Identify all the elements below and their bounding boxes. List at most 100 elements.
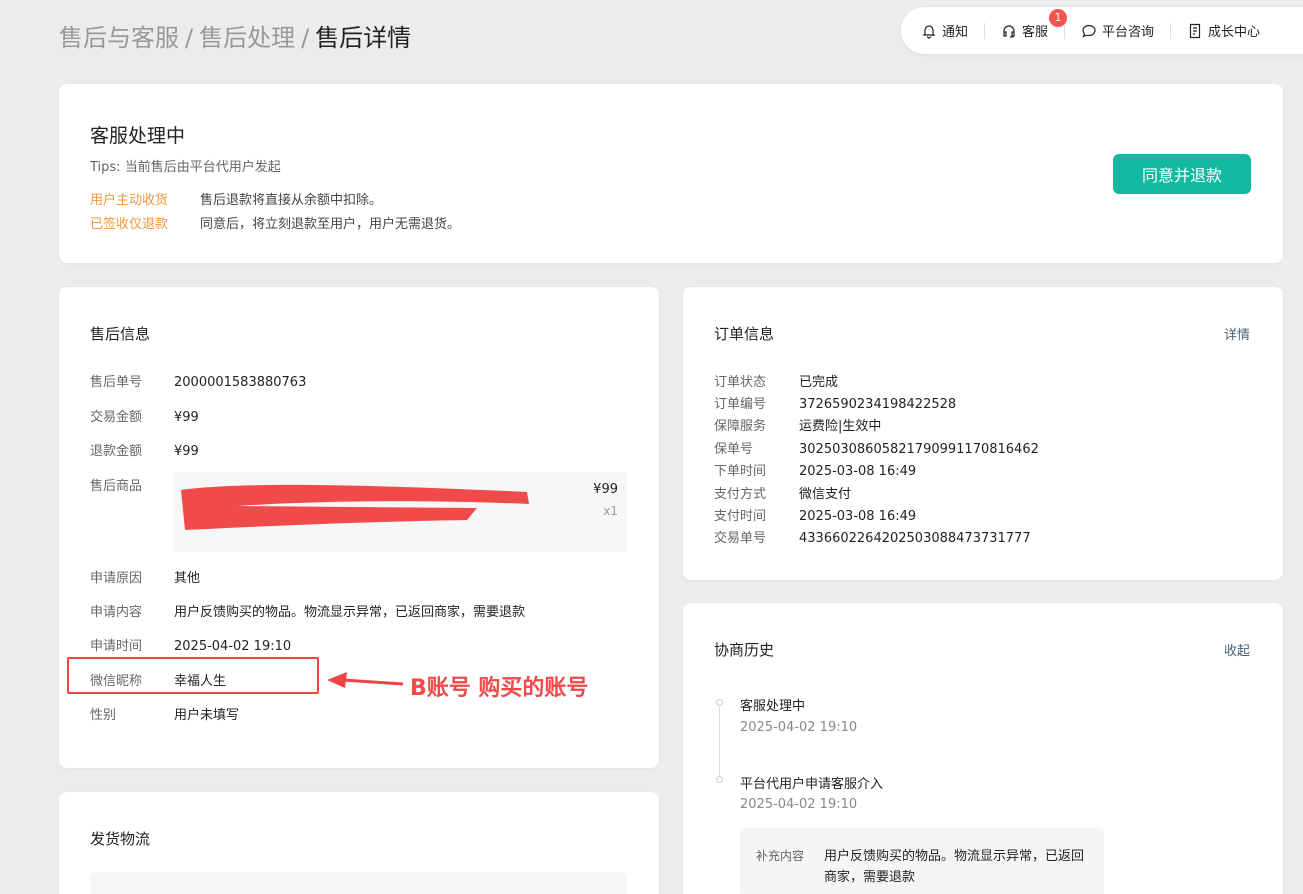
order-info-card: 订单信息 详情 订单状态 已完成 订单编号 3726590234198422528 … <box>683 287 1283 580</box>
history-event-title: 客服处理中 <box>740 699 806 714</box>
status-desc: 同意后，将立刻退款至用户，用户无需退货。 <box>200 217 461 232</box>
field-label: 支付时间 <box>714 509 767 524</box>
history-title: 协商历史 <box>714 641 775 659</box>
nav-notify-label: 通知 <box>942 25 969 40</box>
status-title: 客服处理中 <box>90 125 186 147</box>
document-icon <box>1189 23 1201 38</box>
annotation-highlight-box <box>67 657 319 694</box>
nav-service-label: 客服 <box>1022 25 1049 40</box>
field-value: 2025-03-08 16:49 <box>799 509 917 524</box>
breadcrumb: 售后与客服 / 售后处理 / 售后详情 <box>59 18 411 53</box>
field-label: 订单状态 <box>714 375 767 390</box>
breadcrumb-separator: / <box>185 24 194 52</box>
field-value: 2000001583880763 <box>174 375 307 390</box>
field-value: 用户未填写 <box>174 708 240 723</box>
status-row: 已签收仅退款 同意后，将立刻退款至用户，用户无需退货。 <box>90 213 460 232</box>
timeline-line <box>719 707 720 777</box>
field-label: 退款金额 <box>90 444 143 459</box>
history-event-time: 2025-04-02 19:10 <box>740 797 858 812</box>
field-label: 保单号 <box>714 442 754 457</box>
aftersale-trade-amount: 交易金额 ¥99 <box>90 406 199 425</box>
field-value: ¥99 <box>174 444 199 459</box>
supplement-text: 用户反馈购买的物品。物流显示异常，已返回商家，需要退款 <box>824 849 1085 885</box>
divider <box>1170 22 1172 39</box>
breadcrumb-level1[interactable]: 售后与客服 <box>59 24 179 52</box>
status-tips: Tips: 当前售后由平台代用户发起 <box>90 160 281 175</box>
supplement-box: 补充内容 用户反馈购买的物品。物流显示异常，已返回商家，需要退款 <box>740 828 1104 894</box>
nav-growth-label: 成长中心 <box>1208 25 1261 40</box>
field-value: 用户反馈购买的物品。物流显示异常，已返回商家，需要退款 <box>174 605 526 620</box>
field-label: 售后商品 <box>90 479 143 494</box>
aftersale-reason: 申请原因 其他 <box>90 567 200 586</box>
service-badge: 1 <box>1049 9 1068 27</box>
product-qty: x1 <box>603 504 618 518</box>
order-title: 订单信息 <box>714 325 775 343</box>
field-label: 支付方式 <box>714 487 767 502</box>
field-label: 申请时间 <box>90 639 143 654</box>
history-event-time: 2025-04-02 19:10 <box>740 720 858 735</box>
divider <box>984 22 986 39</box>
timeline-dot <box>716 776 723 783</box>
field-label: 订单编号 <box>714 397 767 412</box>
field-label: 保障服务 <box>714 419 767 434</box>
order-row: 保单号 30250308605821790991170816462 <box>714 438 1039 457</box>
history-event-title: 平台代用户申请客服介入 <box>740 777 884 792</box>
field-value: 4336602264202503088473731777 <box>799 531 1031 546</box>
logistics-card: 发货物流 <box>59 792 659 894</box>
field-label: 性别 <box>90 708 117 723</box>
nav-consult-label: 平台咨询 <box>1102 25 1155 40</box>
field-label: 申请原因 <box>90 571 143 586</box>
field-label: 交易金额 <box>90 410 143 425</box>
field-value: 2025-03-08 16:49 <box>799 464 917 479</box>
redaction-scribble <box>181 484 529 530</box>
aftersale-refund-amount: 退款金额 ¥99 <box>90 440 199 459</box>
aftersale-order-no: 售后单号 2000001583880763 <box>90 371 306 390</box>
status-desc: 售后退款将直接从余额中扣除。 <box>200 193 383 208</box>
breadcrumb-level2[interactable]: 售后处理 <box>199 24 295 52</box>
field-value: 微信支付 <box>799 487 852 502</box>
order-row: 支付方式 微信支付 <box>714 483 851 502</box>
logistics-title: 发货物流 <box>90 830 151 848</box>
order-detail-link[interactable]: 详情 <box>1224 324 1250 343</box>
aftersale-content: 申请内容 用户反馈购买的物品。物流显示异常，已返回商家，需要退款 <box>90 601 525 620</box>
field-value: 其他 <box>174 571 201 586</box>
divider <box>1064 22 1066 39</box>
aftersale-product: 售后商品 <box>90 475 174 494</box>
nav-growth[interactable]: 成长中心 <box>1187 21 1260 40</box>
aftersale-title: 售后信息 <box>90 325 151 343</box>
field-value: 2025-04-02 19:10 <box>174 639 292 654</box>
headset-icon <box>1003 24 1015 38</box>
field-label: 售后单号 <box>90 375 143 390</box>
history-card: 协商历史 收起 客服处理中 2025-04-02 19:10 平台代用户申请客服… <box>683 603 1283 894</box>
status-tag: 已签收仅退款 <box>90 217 169 232</box>
history-collapse-link[interactable]: 收起 <box>1224 640 1250 659</box>
annotation-text: B账号 购买的账号 <box>410 676 589 701</box>
top-nav: 通知 客服 1 平台咨询 成长中心 <box>901 7 1303 54</box>
annotation-arrow-icon <box>327 672 404 688</box>
status-card: 客服处理中 Tips: 当前售后由平台代用户发起 用户主动收货 售后退款将直接从余… <box>59 84 1283 263</box>
field-value: 运费险|生效中 <box>799 419 882 434</box>
page-title: 售后详情 <box>315 24 412 52</box>
nav-service[interactable]: 客服 1 <box>1001 9 1068 40</box>
nav-notify[interactable]: 通知 <box>921 21 968 40</box>
field-label: 申请内容 <box>90 605 143 620</box>
field-label: 交易单号 <box>714 531 767 546</box>
order-row: 交易单号 4336602264202503088473731777 <box>714 527 1031 546</box>
agree-refund-button[interactable]: 同意并退款 <box>1113 154 1251 194</box>
product-item[interactable]: ¥99 x1 <box>174 472 627 552</box>
field-value: 已完成 <box>799 375 839 390</box>
field-value: 3726590234198422528 <box>799 397 957 412</box>
aftersale-time: 申请时间 2025-04-02 19:10 <box>90 635 291 654</box>
aftersale-gender: 性别 用户未填写 <box>90 704 239 723</box>
order-row: 订单编号 3726590234198422528 <box>714 393 956 412</box>
breadcrumb-separator: / <box>301 24 310 52</box>
chat-bubble-icon <box>1082 24 1096 38</box>
timeline-dot <box>716 699 723 706</box>
supplement-label: 补充内容 <box>756 849 805 863</box>
order-row: 支付时间 2025-03-08 16:49 <box>714 505 916 524</box>
order-row: 下单时间 2025-03-08 16:49 <box>714 460 916 479</box>
field-value: 30250308605821790991170816462 <box>799 442 1039 457</box>
product-price: ¥99 <box>593 482 618 497</box>
nav-consult[interactable]: 平台咨询 <box>1081 21 1154 40</box>
order-row: 订单状态 已完成 <box>714 371 838 390</box>
